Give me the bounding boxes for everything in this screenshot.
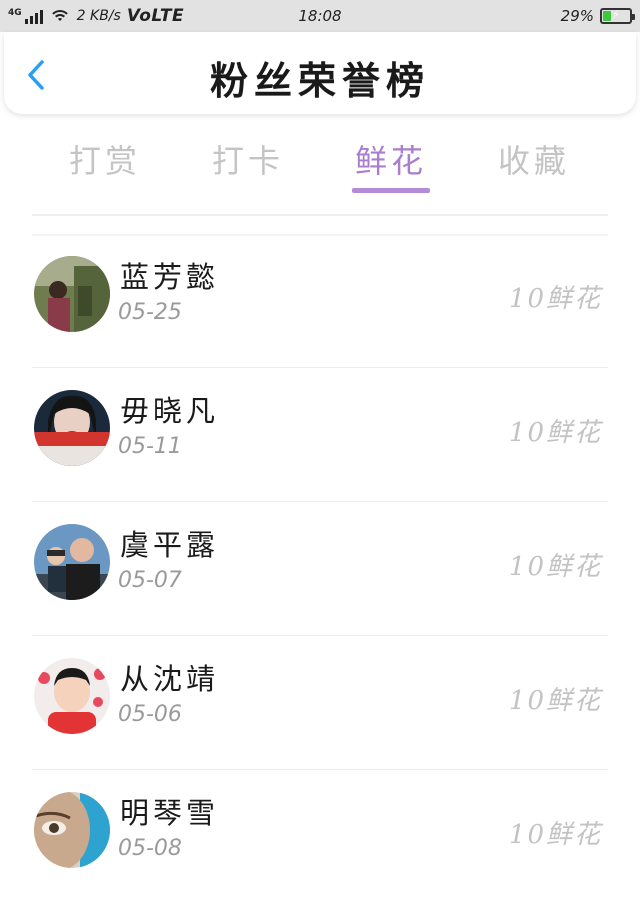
battery-icon: ⚡ (600, 8, 635, 24)
flower-count: 10鲜花 (508, 820, 602, 850)
flower-count: 10鲜花 (508, 418, 602, 448)
tab-flowers[interactable]: 鲜花 (336, 136, 446, 182)
tab-tips[interactable]: 打赏 (50, 136, 160, 182)
list-item[interactable]: 虞平露 05-07 10鲜花 (0, 502, 640, 636)
fan-name: 从沈靖 (120, 662, 220, 696)
divider (32, 214, 608, 216)
active-tab-indicator (352, 188, 430, 193)
fan-name: 蓝芳懿 (120, 260, 220, 294)
flower-count: 10鲜花 (508, 552, 602, 582)
app-header: 粉丝荣誉榜 (4, 32, 636, 114)
fan-date: 05-06 (118, 702, 182, 727)
avatar (34, 792, 110, 868)
flower-count: 10鲜花 (508, 284, 602, 314)
fan-name: 明琴雪 (120, 796, 220, 830)
avatar (34, 256, 110, 332)
avatar (34, 658, 110, 734)
fan-date: 05-11 (118, 434, 182, 459)
fan-date: 05-08 (118, 836, 182, 861)
page-title: 粉丝荣誉榜 (209, 58, 430, 103)
status-bar: 4G 2 KB/s VoLTE 18:08 29% ⚡ (0, 0, 640, 32)
status-right: 29% ⚡ (560, 0, 635, 32)
clock: 18:08 (298, 7, 342, 25)
fan-date: 05-07 (118, 568, 182, 593)
tab-bar: 打赏 打卡 鲜花 收藏 (0, 128, 640, 198)
avatar (34, 390, 110, 466)
list-item[interactable]: 蓝芳懿 05-25 10鲜花 (0, 234, 640, 368)
avatar (34, 524, 110, 600)
fan-list: 蓝芳懿 05-25 10鲜花 毋晓凡 05-11 10鲜花 虞平露 05-07 … (0, 234, 640, 897)
tab-checkin[interactable]: 打卡 (193, 136, 303, 182)
list-item[interactable]: 从沈靖 05-06 10鲜花 (0, 636, 640, 770)
list-item[interactable]: 明琴雪 05-08 10鲜花 (0, 770, 640, 897)
flower-count: 10鲜花 (508, 686, 602, 716)
tab-favorites[interactable]: 收藏 (479, 136, 589, 182)
fan-name: 虞平露 (120, 528, 220, 562)
battery-percent: 29% (560, 7, 594, 25)
fan-date: 05-25 (118, 300, 182, 325)
list-item[interactable]: 毋晓凡 05-11 10鲜花 (0, 368, 640, 502)
fan-name: 毋晓凡 (120, 394, 220, 428)
